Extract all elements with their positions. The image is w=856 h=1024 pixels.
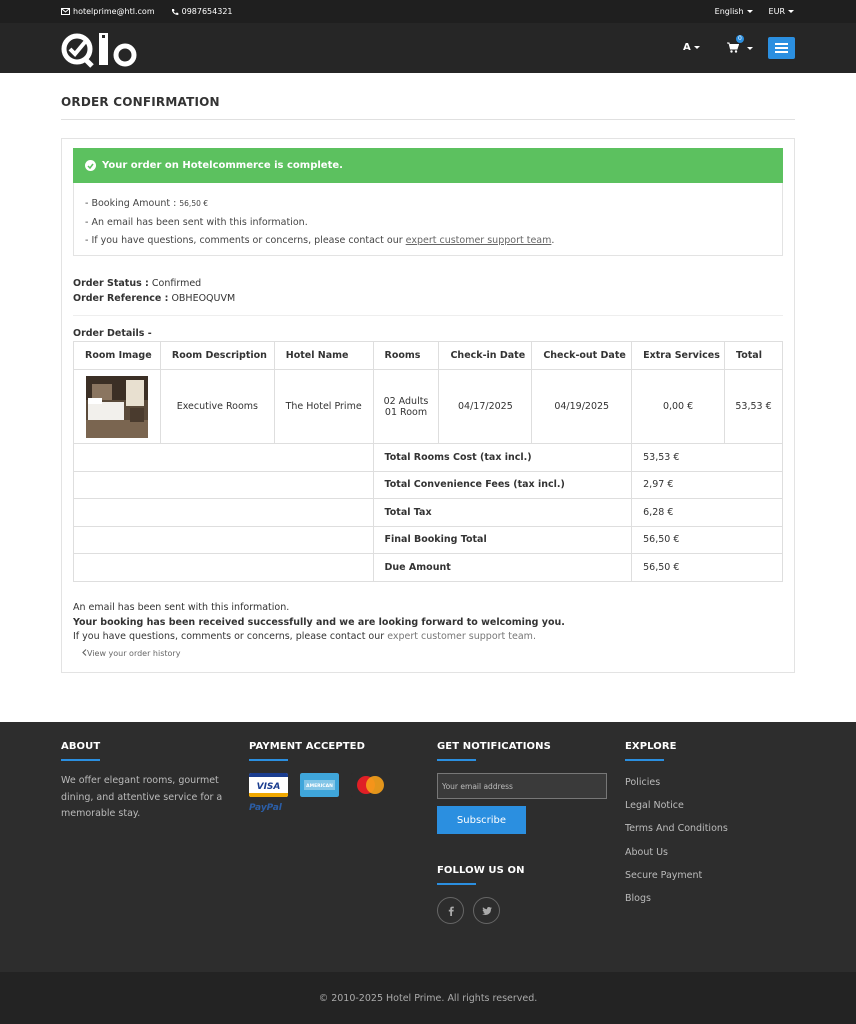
footer-about: ABOUT We offer elegant rooms, gourmet di… <box>61 741 223 819</box>
room-description: Executive Rooms <box>159 369 275 444</box>
order-history-link[interactable]: View your order history <box>82 649 180 658</box>
support-link[interactable]: expert customer support team. <box>387 631 536 642</box>
summary-row-total-tax: Total Tax 6,28 € <box>73 498 783 527</box>
support-link[interactable]: expert customer support team <box>406 235 552 246</box>
order-status-block: Order Status : Confirmed Order Reference… <box>73 278 236 304</box>
chevron-down-icon <box>746 10 753 13</box>
language-selector[interactable]: English <box>715 7 753 16</box>
order-details-table: Room Image Room Description Hotel Name R… <box>73 341 783 582</box>
section-divider <box>73 315 783 316</box>
svg-text:VISA: VISA <box>257 782 281 792</box>
table-row: Executive Rooms The Hotel Prime 02 Adult… <box>73 369 783 444</box>
facebook-icon[interactable] <box>437 897 464 924</box>
twitter-icon[interactable] <box>473 897 500 924</box>
user-menu[interactable]: A <box>683 42 700 53</box>
site-header: A 0 <box>0 23 856 73</box>
copyright-bar: © 2010-2025 Hotel Prime. All rights rese… <box>0 972 856 1024</box>
amex-card-icon: AMERICAN <box>300 773 339 797</box>
chevron-down-icon <box>693 45 700 49</box>
footer-link-terms[interactable]: Terms And Conditions <box>625 817 728 840</box>
cart-button[interactable]: 0 <box>727 35 754 57</box>
col-rooms: Rooms <box>372 341 440 370</box>
col-extra-services: Extra Services <box>631 341 725 370</box>
success-alert: Your order on Hotelcommerce is complete. <box>73 148 783 183</box>
svg-text:AMERICAN: AMERICAN <box>306 783 333 789</box>
checkout-date: 04/19/2025 <box>531 369 633 444</box>
cart-count-badge: 0 <box>736 35 744 43</box>
footer-link-legal-notice[interactable]: Legal Notice <box>625 794 728 817</box>
col-room-image: Room Image <box>73 341 161 370</box>
footer-payment: PAYMENT ACCEPTED VISA AMERICAN PayPal <box>249 741 390 813</box>
rooms-occupancy: 02 Adults 01 Room <box>372 369 440 444</box>
footer-link-secure-payment[interactable]: Secure Payment <box>625 864 728 887</box>
paypal-logo: PayPal <box>249 803 282 813</box>
hamburger-menu-button[interactable] <box>768 37 795 59</box>
subscribe-button[interactable]: Subscribe <box>437 806 526 834</box>
col-checkout: Check-out Date <box>531 341 633 370</box>
order-details-label: Order Details - <box>73 328 152 339</box>
chevron-down-icon <box>747 47 754 50</box>
confirmation-footnote: An email has been sent with this informa… <box>73 602 565 642</box>
chevron-down-icon <box>788 10 794 13</box>
phone-icon <box>171 8 178 15</box>
menu-icon <box>775 43 788 45</box>
booking-amount: - Booking Amount : 56,50 € <box>85 198 209 209</box>
copyright-text: © 2010-2025 Hotel Prime. All rights rese… <box>318 992 538 1004</box>
footer-link-policies[interactable]: Policies <box>625 771 728 794</box>
footer-notifications: GET NOTIFICATIONS Your email address Sub… <box>437 741 607 924</box>
page-title: ORDER CONFIRMATION <box>61 95 220 109</box>
footer-link-blogs[interactable]: Blogs <box>625 887 728 910</box>
footer-explore: EXPLORE Policies Legal Notice Terms And … <box>625 741 728 910</box>
alert-details: - Booking Amount : 56,50 € - An email ha… <box>73 183 783 256</box>
email-sent-note: - An email has been sent with this infor… <box>85 216 308 228</box>
top-bar: hotelprime@htl.com 0987654321 English EU… <box>0 0 856 23</box>
envelope-icon <box>61 8 70 15</box>
extra-services-value: 0,00 € <box>631 369 725 444</box>
contact-note: - If you have questions, comments or con… <box>85 235 555 246</box>
cart-icon <box>727 42 740 53</box>
summary-row-final-total: Final Booking Total 56,50 € <box>73 525 783 554</box>
order-reference-value: OBHEOQUVM <box>171 293 236 304</box>
room-image[interactable] <box>85 375 148 438</box>
col-total: Total <box>724 341 783 370</box>
title-divider <box>61 119 795 120</box>
summary-row-rooms-cost: Total Rooms Cost (tax incl.) 53,53 € <box>73 443 783 472</box>
col-room-description: Room Description <box>159 341 275 370</box>
hotel-name: The Hotel Prime <box>273 369 374 444</box>
col-hotel-name: Hotel Name <box>273 341 374 370</box>
order-status-value: Confirmed <box>151 278 202 289</box>
footer-link-about-us[interactable]: About Us <box>625 841 728 864</box>
contact-email[interactable]: hotelprime@htl.com <box>61 7 155 16</box>
table-header-row: Room Image Room Description Hotel Name R… <box>73 341 783 370</box>
row-total: 53,53 € <box>724 369 783 444</box>
mastercard-icon <box>351 773 390 797</box>
qlo-logo[interactable] <box>61 29 141 69</box>
newsletter-email-input[interactable]: Your email address <box>437 773 607 799</box>
summary-row-due-amount: Due Amount 56,50 € <box>73 553 783 582</box>
visa-card-icon: VISA <box>249 773 288 797</box>
col-checkin: Check-in Date <box>438 341 533 370</box>
currency-selector[interactable]: EUR <box>769 7 794 16</box>
contact-phone[interactable]: 0987654321 <box>171 7 233 16</box>
check-circle-icon <box>85 160 96 171</box>
site-footer: ABOUT We offer elegant rooms, gourmet di… <box>0 722 856 972</box>
checkin-date: 04/17/2025 <box>438 369 533 444</box>
summary-row-convenience-fees: Total Convenience Fees (tax incl.) 2,97 … <box>73 470 783 499</box>
